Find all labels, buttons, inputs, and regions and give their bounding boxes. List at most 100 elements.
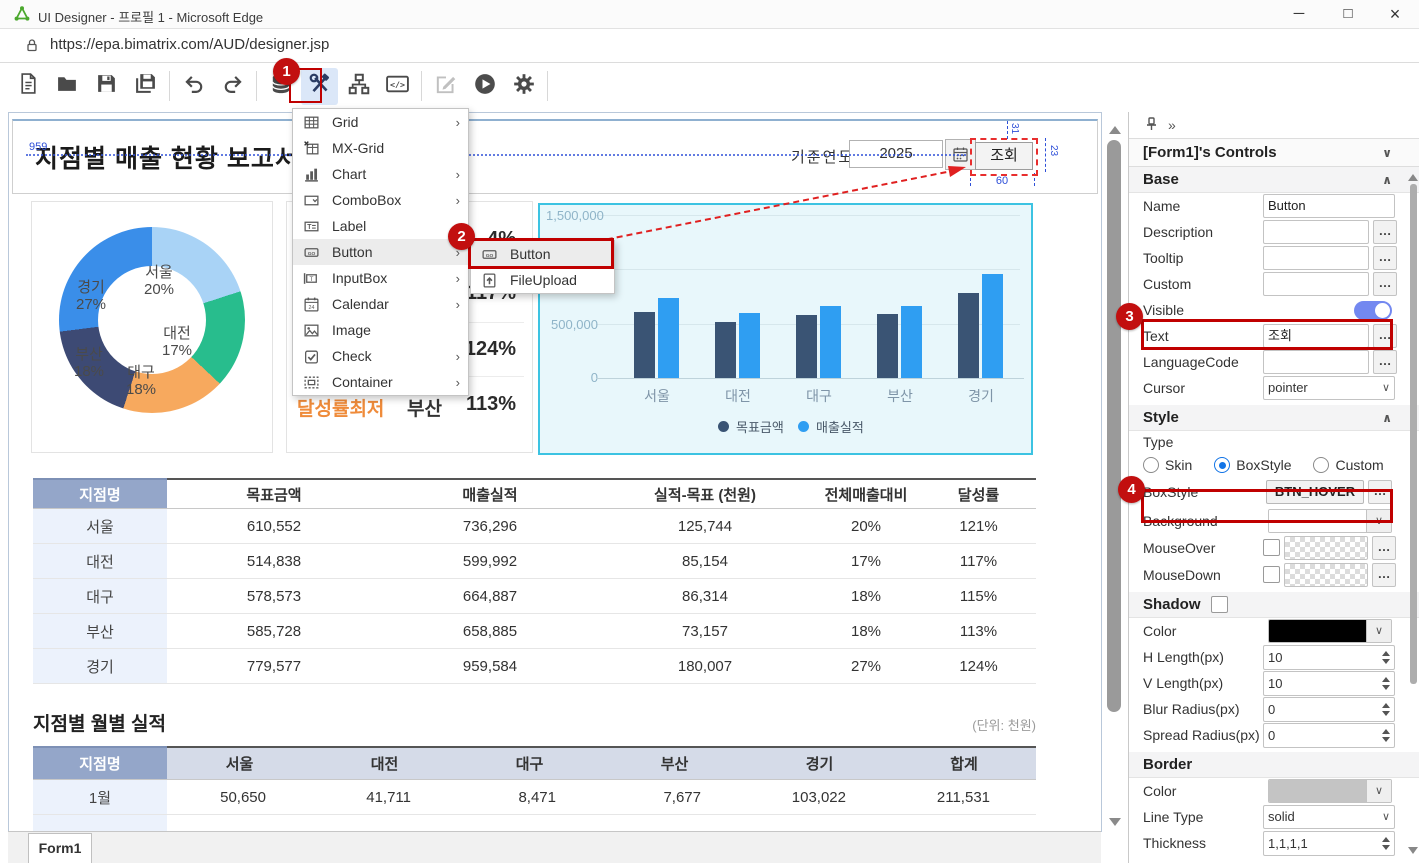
section-border[interactable]: Border: [1129, 752, 1419, 778]
close-button[interactable]: ×: [1373, 0, 1417, 28]
menu-item-inputbox[interactable]: TInputBox›: [293, 265, 468, 291]
description-input[interactable]: [1263, 220, 1369, 244]
description-ellipsis-button[interactable]: …: [1373, 220, 1397, 244]
redo-button[interactable]: [214, 68, 251, 105]
base-year-input[interactable]: 2025: [849, 140, 943, 168]
menu-item-check[interactable]: Check›: [293, 343, 468, 369]
linetype-select[interactable]: solid∨: [1263, 805, 1395, 829]
kpi-min-label: 달성률최저: [297, 394, 384, 421]
mouseover-checkbox[interactable]: [1263, 539, 1280, 556]
panel-scrollbar[interactable]: [1410, 184, 1417, 684]
hierarchy-button[interactable]: [340, 68, 377, 105]
radio-boxstyle[interactable]: BoxStyle: [1214, 457, 1291, 473]
minimize-button[interactable]: ─: [1277, 0, 1321, 28]
canvas-scrollbar[interactable]: [1107, 140, 1121, 712]
mouseover-swatch[interactable]: [1284, 536, 1368, 560]
languagecode-ellipsis-button[interactable]: …: [1373, 350, 1397, 374]
mousedown-swatch[interactable]: [1284, 563, 1368, 587]
section-shadow[interactable]: Shadow: [1129, 592, 1419, 618]
boxstyle-value-button[interactable]: BTN_HOVER: [1266, 480, 1364, 504]
shadow-checkbox[interactable]: [1211, 596, 1228, 613]
y-axis-tick: 500,000: [546, 317, 598, 332]
check-icon: [303, 348, 320, 365]
new-document-button[interactable]: [10, 68, 47, 105]
table-cell: 85,154: [599, 544, 811, 579]
code-view-button[interactable]: </>: [379, 68, 416, 105]
languagecode-input[interactable]: [1263, 350, 1369, 374]
section-base[interactable]: Base ∧: [1129, 167, 1419, 193]
background-swatch-select[interactable]: ∨: [1268, 509, 1392, 533]
menu-item-grid[interactable]: Grid›: [293, 109, 468, 135]
browser-url-bar[interactable]: https://epa.bimatrix.com/AUD/designer.js…: [0, 29, 1419, 63]
hlength-value: 10: [1268, 650, 1282, 665]
panel-scroll-down-icon[interactable]: [1408, 847, 1418, 854]
menu-item-check-label: Check: [332, 348, 372, 364]
save-button[interactable]: [88, 68, 125, 105]
canvas-scroll-down-icon[interactable]: [1109, 818, 1121, 826]
border-color-swatch-select[interactable]: ∨: [1268, 779, 1392, 803]
panel-header-label: [Form1]'s Controls: [1143, 144, 1277, 161]
open-folder-button[interactable]: [49, 68, 86, 105]
component-tools-button[interactable]: [301, 68, 338, 105]
menu-item-label[interactable]: TLabel: [293, 213, 468, 239]
undo-button[interactable]: [175, 68, 212, 105]
cursor-select[interactable]: pointer∨: [1263, 376, 1395, 400]
mousedown-checkbox[interactable]: [1263, 566, 1280, 583]
field-tooltip: Tooltip …: [1129, 245, 1419, 271]
donut-chart-panel[interactable]: 서울20%대전17%대구18%부산18%경기27%: [31, 201, 273, 453]
design-canvas[interactable]: 959 지점별 매출 현황 보고서 기준연도 2025 조회 31 23 60 …: [8, 112, 1102, 832]
maximize-button[interactable]: □: [1326, 0, 1370, 28]
thickness-spinner[interactable]: 1,1,1,1: [1263, 831, 1395, 856]
monthly-table[interactable]: 지점명서울대전대구부산경기합계1월50,65041,7118,4717,6771…: [33, 746, 1036, 832]
menu-item-combobox[interactable]: ComboBox›: [293, 187, 468, 213]
chevron-down-icon: ∨: [1382, 377, 1390, 399]
run-button[interactable]: [466, 68, 503, 105]
mousedown-ellipsis-button[interactable]: …: [1372, 563, 1396, 587]
summary-table[interactable]: 지점명목표금액매출실적실적-목표 (천원)전체매출대비달성률서울610,5527…: [33, 478, 1036, 684]
field-vlength-label: V Length(px): [1143, 675, 1263, 691]
custom-input[interactable]: [1263, 272, 1369, 296]
column-header: 합계: [892, 747, 1036, 780]
table-cell: 599,992: [381, 544, 599, 579]
collapse-panel-icon[interactable]: »: [1168, 117, 1176, 133]
column-header: 부산: [602, 747, 747, 780]
menu-item-chart[interactable]: Chart›: [293, 161, 468, 187]
pin-icon[interactable]: [1145, 117, 1158, 134]
boxstyle-ellipsis-button[interactable]: …: [1368, 480, 1392, 504]
radio-custom[interactable]: Custom: [1313, 457, 1383, 473]
menu-item-container[interactable]: Container›: [293, 369, 468, 395]
name-input[interactable]: Button: [1263, 194, 1395, 218]
radio-skin[interactable]: Skin: [1143, 457, 1192, 473]
tooltip-input[interactable]: [1263, 246, 1369, 270]
bar-목표금액-부산: [877, 314, 898, 378]
panel-scroll-up-icon[interactable]: [1408, 174, 1418, 181]
table-cell: 121%: [921, 509, 1036, 544]
canvas-scroll-up-icon[interactable]: [1109, 126, 1121, 134]
text-ellipsis-button[interactable]: …: [1373, 324, 1397, 348]
menu-item-calendar[interactable]: 24Calendar›: [293, 291, 468, 317]
field-mousedown: MouseDown …: [1129, 561, 1419, 588]
table-cell: [892, 815, 1036, 833]
spread-spinner[interactable]: 0: [1263, 723, 1395, 748]
save-all-button[interactable]: [127, 68, 164, 105]
blur-spinner[interactable]: 0: [1263, 697, 1395, 722]
tab-form1[interactable]: Form1: [28, 833, 92, 863]
menu-item-mx-grid[interactable]: MX-Grid: [293, 135, 468, 161]
tooltip-ellipsis-button[interactable]: …: [1373, 246, 1397, 270]
panel-header[interactable]: [Form1]'s Controls ∨: [1129, 138, 1419, 167]
hlength-spinner[interactable]: 10: [1263, 645, 1395, 670]
custom-ellipsis-button[interactable]: …: [1373, 272, 1397, 296]
menu-item-button[interactable]: GOButton›: [293, 239, 468, 265]
settings-button[interactable]: [505, 68, 542, 105]
menu-item-image[interactable]: Image: [293, 317, 468, 343]
section-style[interactable]: Style ∧: [1129, 405, 1419, 431]
table-cell: 대전: [33, 544, 167, 579]
mouseover-ellipsis-button[interactable]: …: [1372, 536, 1396, 560]
submenu-item-button[interactable]: GOButton: [471, 241, 614, 267]
text-input[interactable]: 조회: [1263, 324, 1369, 348]
shadow-color-swatch-select[interactable]: ∨: [1268, 619, 1392, 643]
vlength-spinner[interactable]: 10: [1263, 671, 1395, 696]
submenu-item-fileupload[interactable]: FileUpload: [471, 267, 614, 293]
edit-button[interactable]: [427, 68, 464, 105]
visible-toggle[interactable]: [1354, 301, 1392, 320]
